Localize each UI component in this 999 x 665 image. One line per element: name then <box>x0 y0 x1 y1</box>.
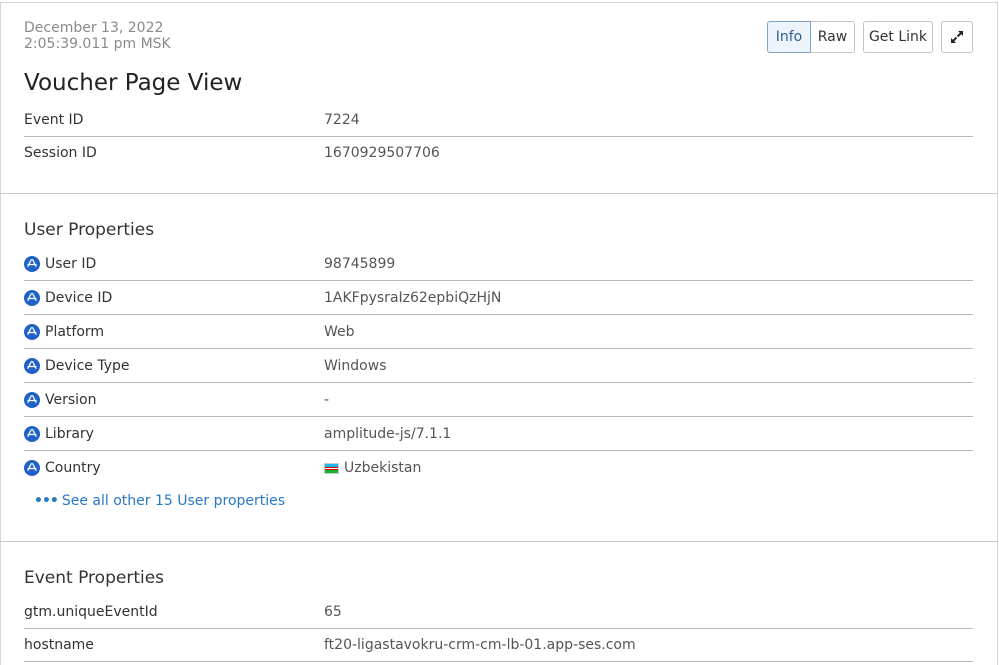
see-all-label: See all other 15 User properties <box>61 493 286 509</box>
amplitude-icon <box>24 290 40 306</box>
get-link-button[interactable]: Get Link <box>863 21 933 53</box>
session-id-label: Session ID <box>24 145 97 161</box>
expand-icon <box>951 31 963 43</box>
event-property-value: 65 <box>324 604 342 620</box>
event-title: Voucher Page View <box>24 70 243 96</box>
user-property-row: Platform Web <box>24 315 973 349</box>
library-value: amplitude-js/7.1.1 <box>324 426 452 442</box>
section-divider <box>0 193 998 194</box>
event-id-value: 7224 <box>324 112 360 128</box>
event-property-label: hostname <box>24 637 94 653</box>
user-property-row: Device ID 1AKFpysraIz62epbiQzHjN <box>24 281 973 315</box>
user-property-row: User ID 98745899 <box>24 247 973 281</box>
amplitude-icon <box>24 392 40 408</box>
see-all-user-properties-link[interactable]: ••• See all other 15 User properties <box>34 493 285 509</box>
uz-flag-icon <box>324 462 339 474</box>
info-tab-button[interactable]: Info <box>767 21 811 53</box>
session-id-row: Session ID 1670929507706 <box>24 136 973 170</box>
event-date: December 13, 2022 <box>24 20 164 36</box>
device-id-value: 1AKFpysraIz62epbiQzHjN <box>324 290 502 306</box>
device-id-label: Device ID <box>45 290 113 306</box>
library-label: Library <box>45 426 94 442</box>
version-value: - <box>324 392 330 408</box>
session-id-value: 1670929507706 <box>324 145 440 161</box>
user-id-value: 98745899 <box>324 256 396 272</box>
raw-tab-button[interactable]: Raw <box>810 21 855 53</box>
amplitude-icon <box>24 256 40 272</box>
expand-button[interactable] <box>941 21 973 53</box>
user-property-row: Device Type Windows <box>24 349 973 383</box>
more-dots-icon: ••• <box>34 493 59 509</box>
amplitude-icon <box>24 358 40 374</box>
event-id-label: Event ID <box>24 112 84 128</box>
event-property-label: gtm.uniqueEventId <box>24 604 158 620</box>
device-type-value: Windows <box>324 358 387 374</box>
user-property-row: Country Uzbekistan <box>24 451 973 485</box>
version-label: Version <box>45 392 97 408</box>
platform-label: Platform <box>45 324 105 340</box>
event-id-row: Event ID 7224 <box>24 103 973 137</box>
event-time: 2:05:39.011 pm MSK <box>24 36 171 52</box>
event-property-value: ft20-ligastavokru-crm-cm-lb-01.app-ses.c… <box>324 637 636 653</box>
user-properties-title: User Properties <box>24 220 155 240</box>
user-id-label: User ID <box>45 256 97 272</box>
platform-value: Web <box>324 324 355 340</box>
country-value: Uzbekistan <box>344 460 422 476</box>
amplitude-icon <box>24 324 40 340</box>
amplitude-icon <box>24 426 40 442</box>
event-property-row: hostname ft20-ligastavokru-crm-cm-lb-01.… <box>24 628 973 662</box>
user-property-row: Version - <box>24 383 973 417</box>
event-timestamp: December 13, 2022 2:05:39.011 pm MSK <box>24 20 171 52</box>
device-type-label: Device Type <box>45 358 130 374</box>
event-properties-title: Event Properties <box>24 568 165 588</box>
section-divider <box>0 541 998 542</box>
country-label: Country <box>45 460 101 476</box>
event-property-row: gtm.uniqueEventId 65 <box>24 595 973 629</box>
user-property-row: Library amplitude-js/7.1.1 <box>24 417 973 451</box>
amplitude-icon <box>24 460 40 476</box>
